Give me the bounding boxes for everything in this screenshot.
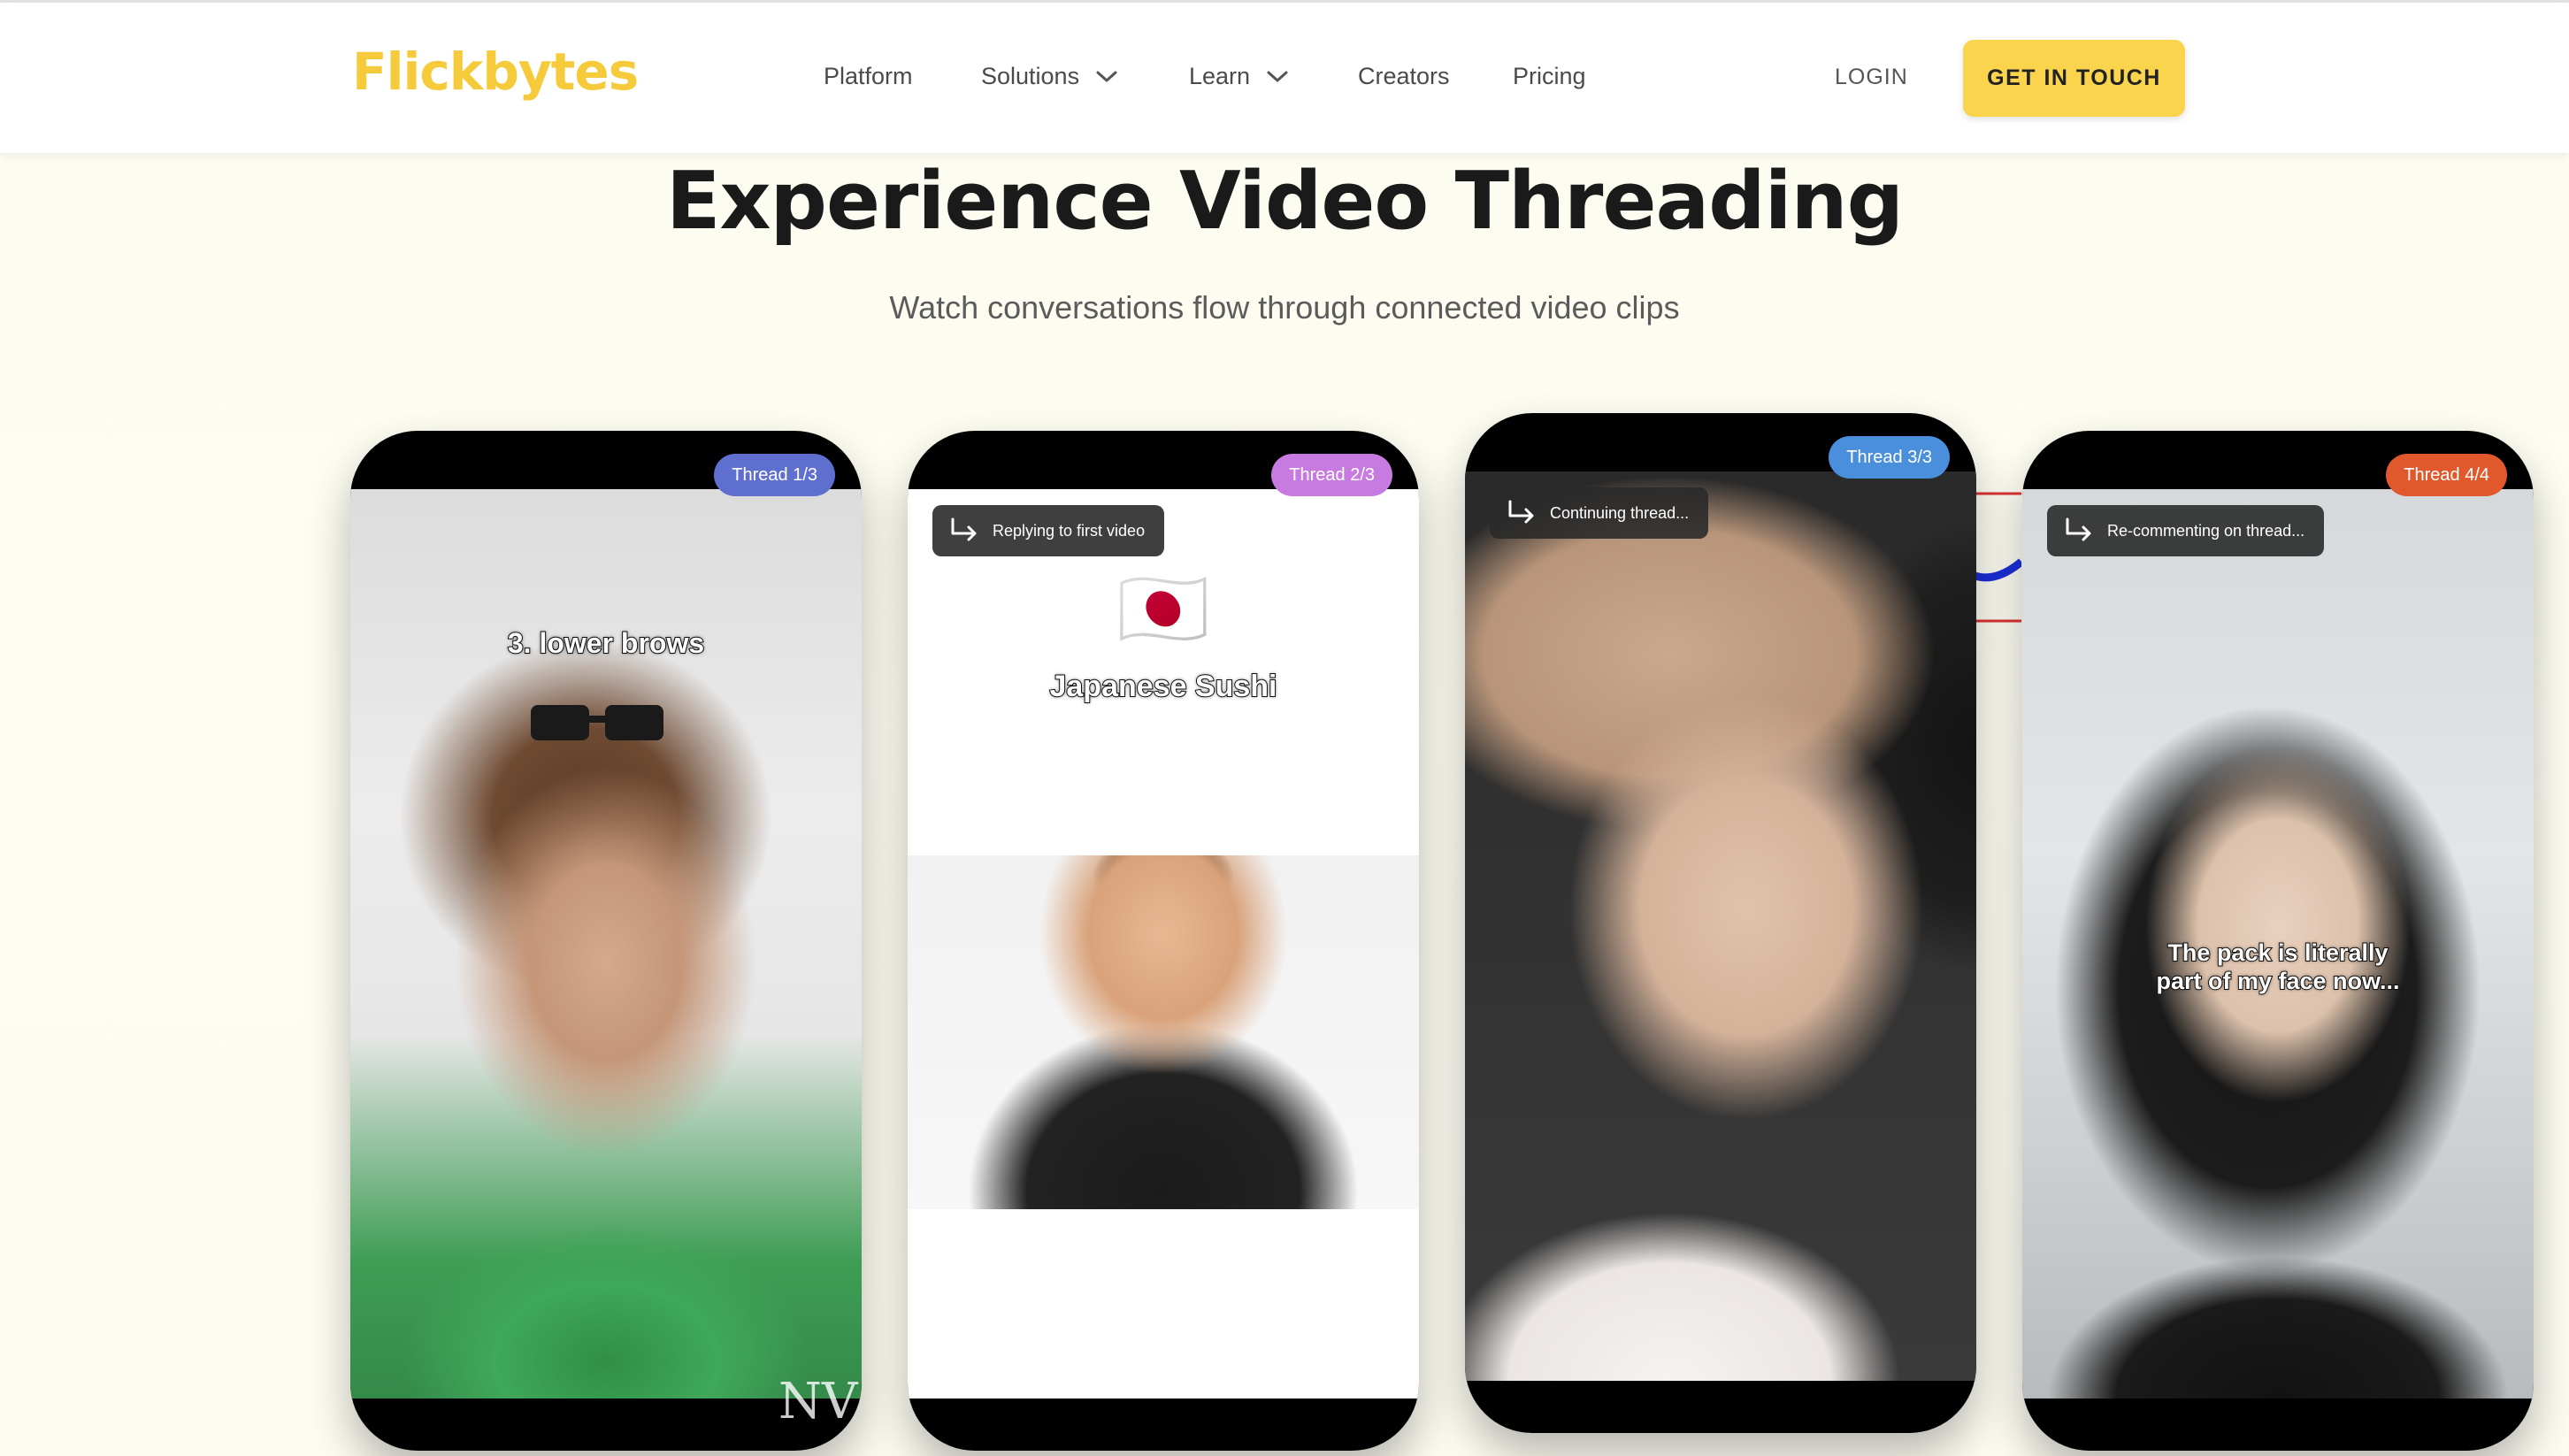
reply-arrow-icon (951, 517, 977, 541)
reply-arrow-icon (1508, 500, 1534, 524)
nav-pricing-label: Pricing (1513, 63, 1586, 89)
nav-creators-label: Creators (1358, 63, 1450, 89)
get-in-touch-button[interactable]: GET IN TOUCH (1963, 40, 2185, 117)
reply-indicator: Replying to first video (932, 505, 1165, 556)
brand-logo[interactable]: Flickbytes (352, 42, 639, 102)
watermark-logo: NV (778, 1373, 858, 1430)
reply-label: Replying to first video (993, 521, 1146, 540)
nav-creators[interactable]: Creators (1358, 63, 1450, 90)
video-caption-line2: part of my face now... (2155, 967, 2400, 995)
video-caption: 3. lower brows (507, 626, 705, 660)
chevron-down-icon (1267, 71, 1288, 81)
thread-video-card-3[interactable]: Thread 3/3 Continuing thread... (1465, 413, 1976, 1433)
login-link[interactable]: LOGIN (1835, 65, 1908, 90)
thread-video-card-1[interactable]: Thread 1/3 3. lower brows NV (350, 431, 862, 1451)
video-thumbnail (1465, 471, 1976, 1381)
thread-video-card-2[interactable]: Thread 2/3 Replying to first video 🇯🇵 Ja… (908, 431, 1419, 1451)
chevron-down-icon (1096, 71, 1117, 81)
nav-platform-label: Platform (824, 63, 913, 89)
sunglasses-shape (531, 705, 663, 740)
thread-badge: Thread 1/3 (714, 454, 835, 496)
hero-title: Experience Video Threading (665, 155, 1904, 248)
reply-arrow-icon (2066, 517, 2091, 541)
site-header: Flickbytes Platform Solutions Learn Crea… (0, 3, 2569, 153)
thread-connector (1968, 492, 2021, 623)
nav-platform[interactable]: Platform (824, 63, 913, 90)
video-subject (908, 855, 1419, 1209)
nav-learn-label: Learn (1189, 63, 1251, 89)
thread-badge: Thread 4/4 (2386, 454, 2507, 496)
thread-badge: Thread 3/3 (1829, 436, 1950, 479)
nav-solutions[interactable]: Solutions (981, 63, 1118, 90)
video-caption-line1: The pack is literally (2166, 939, 2389, 967)
nav-pricing[interactable]: Pricing (1513, 63, 1586, 90)
video-thumbnail (350, 489, 862, 1399)
japan-flag-icon: 🇯🇵 (1116, 567, 1210, 650)
reply-label: Re-commenting on thread... (2107, 521, 2305, 540)
hero-subtitle: Watch conversations flow through connect… (889, 289, 1680, 326)
reply-label: Continuing thread... (1550, 503, 1690, 522)
thread-badge: Thread 2/3 (1271, 454, 1392, 496)
video-caption: Japanese Sushi (1048, 669, 1277, 704)
video-caption: The pack is literally part of my face no… (2022, 939, 2534, 995)
reply-indicator: Continuing thread... (1490, 487, 1709, 539)
nav-solutions-label: Solutions (981, 63, 1080, 89)
nav-learn[interactable]: Learn (1189, 63, 1289, 90)
reply-indicator: Re-commenting on thread... (2047, 505, 2325, 556)
thread-video-card-4[interactable]: Thread 4/4 Re-commenting on thread... Th… (2022, 431, 2534, 1451)
